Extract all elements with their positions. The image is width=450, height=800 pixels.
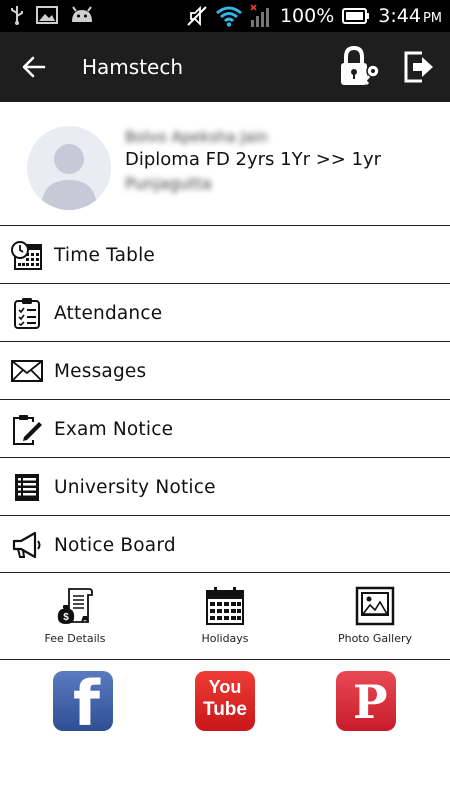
photo-gallery-button[interactable]: Photo Gallery — [300, 573, 450, 659]
quick-link-label: Photo Gallery — [337, 632, 413, 645]
status-bar-system: 100% 3:44 PM — [186, 3, 442, 29]
quick-link-label: Fee Details — [44, 632, 106, 645]
lock-key-icon — [341, 45, 380, 86]
student-branch: Punjagutta — [125, 174, 212, 193]
profile-card: Bolvo Apeksha Jain Diploma FD 2yrs 1Yr >… — [0, 102, 450, 225]
facebook-button[interactable]: f — [53, 671, 113, 731]
image-icon — [36, 6, 58, 24]
menu-item-exam-notice[interactable]: Exam Notice — [0, 399, 450, 457]
quick-links: $ Fee Details Holidays Photo Gallery — [0, 573, 450, 659]
megaphone-icon — [12, 531, 41, 559]
menu-item-label: Notice Board — [54, 535, 176, 556]
menu-item-notice-board[interactable]: Notice Board — [0, 515, 450, 573]
mute-icon — [187, 5, 207, 27]
calendar-icon — [206, 587, 244, 625]
signal-icon — [250, 4, 269, 27]
app-bar: Hamstech — [0, 32, 450, 102]
youtube-button[interactable]: You Tube — [195, 671, 255, 731]
logout-icon — [404, 51, 433, 83]
menu-item-label: Exam Notice — [54, 419, 174, 440]
clock-time: 3:44 — [378, 5, 421, 27]
status-bar: 100% 3:44 PM — [0, 0, 450, 32]
menu-item-label: Attendance — [54, 303, 163, 324]
facebook-icon: f — [73, 671, 100, 731]
menu-item-messages[interactable]: Messages — [0, 341, 450, 399]
menu-item-attendance[interactable]: Attendance — [0, 283, 450, 341]
usb-icon — [11, 6, 23, 25]
timetable-icon — [11, 241, 42, 270]
change-password-button[interactable] — [338, 45, 382, 88]
avatar — [27, 126, 111, 210]
social-links: f You Tube P — [0, 671, 450, 735]
holidays-button[interactable]: Holidays — [150, 573, 300, 659]
svg-text:$: $ — [63, 612, 69, 623]
list-icon — [15, 474, 39, 501]
menu-item-time-table[interactable]: Time Table — [0, 225, 450, 283]
clipboard-checklist-icon — [14, 298, 40, 329]
youtube-icon-bottom: Tube — [203, 699, 247, 720]
android-icon — [72, 6, 92, 22]
menu-item-label: University Notice — [54, 477, 216, 498]
clock: 3:44 PM — [378, 5, 442, 27]
clock-ampm: PM — [422, 11, 442, 26]
battery-percent: 100% — [279, 5, 335, 27]
app-title: Hamstech — [82, 55, 184, 79]
quick-link-label: Holidays — [201, 632, 249, 645]
status-bar-notifications — [10, 5, 94, 25]
main-menu: Time Table Attendance Messages Exam Noti… — [0, 225, 450, 573]
logout-button[interactable] — [402, 50, 436, 84]
photo-icon — [355, 586, 395, 626]
back-arrow-icon — [22, 56, 46, 78]
pinterest-icon: P — [353, 675, 388, 729]
student-course: Diploma FD 2yrs 1Yr >> 1yr — [125, 149, 382, 170]
menu-item-label: Time Table — [54, 245, 155, 266]
pinterest-button[interactable]: P — [336, 671, 396, 731]
exam-pen-icon — [13, 415, 42, 445]
student-name: Bolvo Apeksha Jain — [125, 128, 268, 146]
menu-item-university-notice[interactable]: University Notice — [0, 457, 450, 515]
quick-links-divider — [0, 659, 450, 660]
wifi-icon — [215, 6, 242, 27]
youtube-icon-top: You — [208, 677, 242, 697]
person-silhouette-icon — [41, 144, 97, 210]
battery-icon — [342, 8, 370, 24]
fee-scroll-icon: $ — [57, 588, 93, 624]
menu-item-label: Messages — [54, 361, 147, 382]
back-button[interactable] — [18, 51, 50, 83]
fee-details-button[interactable]: $ Fee Details — [0, 573, 150, 659]
envelope-icon — [11, 360, 43, 382]
